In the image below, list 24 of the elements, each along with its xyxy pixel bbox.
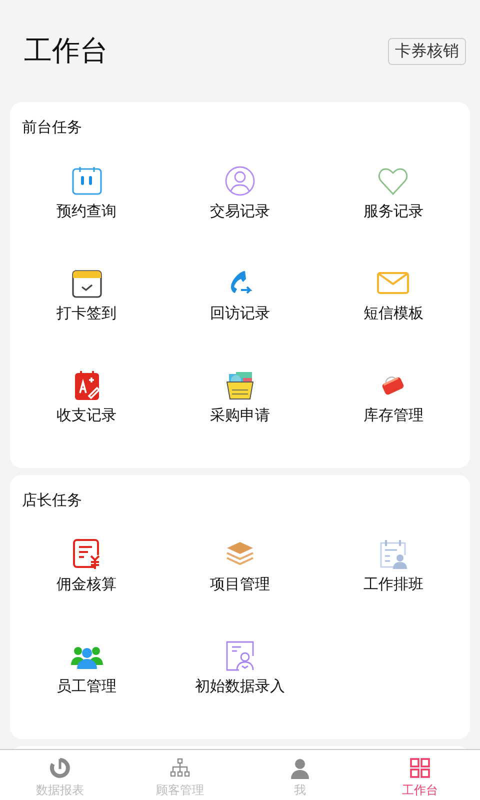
menu-item[interactable]: 服务记录 — [316, 154, 470, 256]
user-circle-icon — [222, 164, 257, 198]
menu-item[interactable]: 采购申请 — [163, 358, 317, 460]
menu-item[interactable]: 短信模板 — [316, 256, 470, 358]
menu-item[interactable]: 交易记录 — [163, 154, 317, 256]
grid-icon — [408, 756, 432, 780]
menu-item[interactable]: 项目管理 — [163, 527, 317, 629]
gauge-icon — [48, 756, 72, 780]
redeem-button[interactable]: 卡券核销 — [388, 38, 466, 64]
page-title: 工作台 — [24, 33, 108, 69]
menu-item[interactable]: 预约查询 — [10, 154, 164, 256]
user-icon — [288, 756, 312, 780]
menu-item[interactable]: 员工管理 — [10, 629, 164, 731]
menu-item[interactable]: 收支记录 — [10, 358, 164, 460]
section-title: 店长任务 — [21, 491, 83, 511]
calendar-icon — [70, 164, 104, 198]
tab[interactable]: 工作台 — [360, 750, 480, 800]
menu-item[interactable]: 打卡签到 — [10, 256, 164, 358]
menu-item[interactable]: 初始数据录入 — [163, 629, 317, 731]
menu-item[interactable]: 佣金核算 — [10, 527, 164, 629]
menu-item[interactable]: 工作排班 — [316, 527, 470, 629]
menu-item[interactable]: 回访记录 — [163, 256, 317, 358]
menu-item[interactable]: 库存管理 — [316, 358, 470, 460]
section-title: 前台任务 — [21, 118, 83, 138]
